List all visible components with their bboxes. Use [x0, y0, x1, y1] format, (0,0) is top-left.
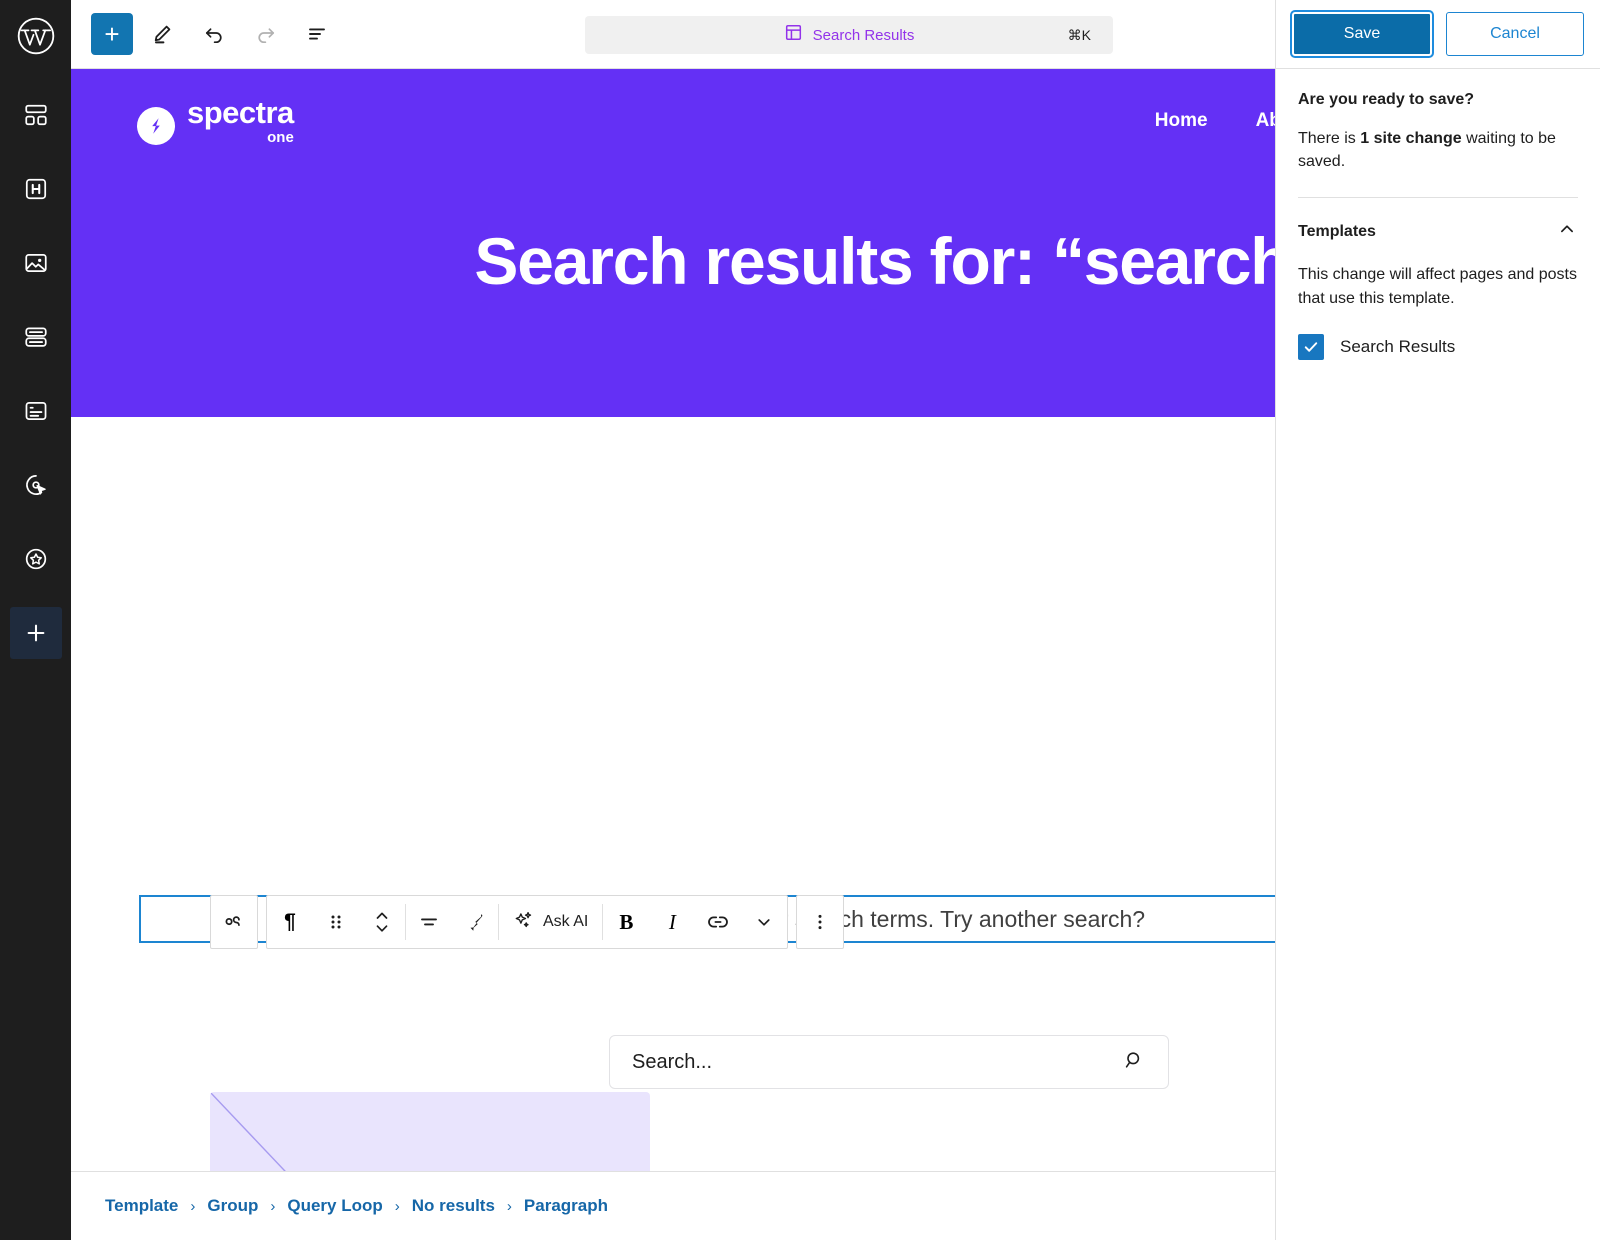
save-panel-header: Save Cancel	[1276, 0, 1600, 69]
paragraph-type-icon[interactable]: ¶	[267, 896, 313, 948]
chevron-up-icon[interactable]	[1556, 218, 1578, 245]
breadcrumb-item-template[interactable]: Template	[105, 1196, 178, 1216]
bold-button[interactable]: B	[603, 896, 649, 948]
templates-section-description: This change will affect pages and posts …	[1298, 263, 1578, 309]
save-panel-question: Are you ready to save?	[1298, 91, 1578, 109]
site-editor-window: +	[0, 0, 1600, 1240]
drag-handle-icon[interactable]	[313, 896, 359, 948]
highlight-brush-icon[interactable]	[452, 896, 498, 948]
block-toolbar-group-main: ¶	[266, 895, 788, 949]
add-block-plus-label: +	[104, 21, 119, 47]
undo-icon[interactable]	[191, 11, 237, 57]
ask-ai-button[interactable]: Ask AI	[499, 896, 602, 948]
site-logo-sub: one	[187, 130, 294, 145]
save-button[interactable]: Save	[1292, 12, 1432, 56]
italic-button[interactable]: I	[649, 896, 695, 948]
check-icon[interactable]	[1298, 334, 1324, 360]
breadcrumb-item-no-results[interactable]: No results	[412, 1196, 495, 1216]
command-bar-inner: Search Results	[784, 23, 915, 47]
sparkles-icon	[513, 909, 535, 936]
sidebar-item-rows[interactable]	[10, 311, 62, 363]
align-text-icon[interactable]	[406, 896, 452, 948]
left-icon-rail	[0, 0, 71, 1240]
add-block-icon[interactable]: +	[91, 13, 133, 55]
template-layout-icon	[784, 23, 803, 47]
breadcrumb-item-query-loop[interactable]: Query Loop	[287, 1196, 382, 1216]
command-bar[interactable]: Search Results ⌘K	[585, 16, 1113, 54]
save-panel: Save Cancel Are you ready to save? There…	[1275, 0, 1600, 1240]
ask-ai-label: Ask AI	[543, 913, 588, 931]
breadcrumb-item-paragraph[interactable]: Paragraph	[524, 1196, 608, 1216]
templates-section-title: Templates	[1298, 223, 1376, 241]
wordpress-logo-icon[interactable]	[0, 0, 71, 71]
search-input-placeholder[interactable]: Search...	[632, 1051, 712, 1074]
save-panel-description: There is 1 site change waiting to be sav…	[1298, 127, 1578, 173]
sidebar-item-image[interactable]	[10, 237, 62, 289]
block-toolbar-group-parent	[210, 895, 258, 949]
redo-icon[interactable]	[243, 11, 289, 57]
cancel-button[interactable]: Cancel	[1446, 12, 1584, 56]
sidebar-item-favorites[interactable]	[10, 533, 62, 585]
breadcrumb-item-group[interactable]: Group	[207, 1196, 258, 1216]
block-unlink-icon[interactable]	[211, 896, 257, 948]
block-options-icon[interactable]	[797, 896, 843, 948]
site-logo-main: spectra	[187, 95, 294, 130]
edit-pencil-icon[interactable]	[139, 11, 185, 57]
search-block[interactable]: Search...	[609, 1035, 1169, 1089]
breadcrumb-separator: ›	[190, 1198, 195, 1215]
site-logo-text: spectra one	[187, 97, 294, 145]
breadcrumb-separator: ›	[395, 1198, 400, 1215]
sidebar-item-heading[interactable]	[10, 163, 62, 215]
save-desc-prefix: There is	[1298, 130, 1360, 147]
search-magnifier-icon[interactable]	[1122, 1048, 1146, 1077]
list-view-icon[interactable]	[295, 11, 341, 57]
save-desc-count: 1 site change	[1360, 130, 1461, 147]
block-toolbar-group-options	[796, 895, 844, 949]
top-bar-tools: +	[71, 11, 341, 57]
rail-items	[10, 71, 62, 659]
sidebar-item-add[interactable]	[10, 607, 62, 659]
sidebar-item-card[interactable]	[10, 385, 62, 437]
breadcrumb-separator: ›	[507, 1198, 512, 1215]
spectra-logo-mark-icon	[137, 107, 175, 145]
more-formats-chevron-icon[interactable]	[741, 896, 787, 948]
command-bar-shortcut: ⌘K	[1068, 27, 1091, 44]
templates-section-header[interactable]: Templates	[1298, 198, 1578, 245]
block-toolbar: ¶	[210, 895, 844, 949]
template-checkbox-row[interactable]: Search Results	[1298, 334, 1578, 360]
template-checkbox-label: Search Results	[1340, 337, 1455, 357]
move-up-down-icon[interactable]	[359, 896, 405, 948]
nav-link-home[interactable]: Home	[1155, 110, 1208, 132]
post-featured-image[interactable]	[210, 1092, 650, 1171]
breadcrumb-separator: ›	[270, 1198, 275, 1215]
link-button[interactable]	[695, 896, 741, 948]
sidebar-item-layout[interactable]	[10, 89, 62, 141]
sidebar-item-interaction[interactable]	[10, 459, 62, 511]
command-bar-title: Search Results	[813, 27, 915, 44]
site-logo[interactable]: spectra one	[137, 97, 294, 145]
save-panel-body: Are you ready to save? There is 1 site c…	[1276, 69, 1600, 360]
